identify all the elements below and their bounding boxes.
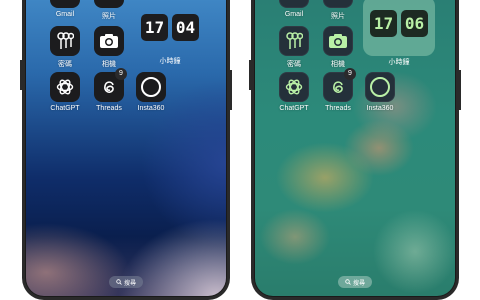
clock-hour: 17 — [370, 10, 397, 37]
app-label: Gmail — [284, 11, 304, 18]
clock-minute: 04 — [172, 14, 199, 41]
search-pill[interactable]: 搜尋 — [109, 276, 143, 288]
app-photos[interactable]: 照片 — [318, 0, 358, 21]
app-passwords[interactable]: 密碼 — [274, 26, 314, 69]
app-label: Threads — [325, 105, 351, 112]
app-chatgpt[interactable]: ChatGPT — [274, 72, 314, 112]
search-label: 搜尋 — [352, 280, 365, 287]
search-pill[interactable]: 搜尋 — [338, 276, 372, 288]
app-label: 照片 — [331, 13, 345, 20]
phone-right: Gmail 照片 密碼 相機 17 06 小時鐘 ChatGPT 9 Threa… — [249, 0, 461, 300]
app-passwords[interactable]: 密碼 — [45, 26, 85, 69]
insta360-icon — [365, 72, 395, 102]
home-screen: Gmail 照片 密碼 相機 17 06 小時鐘 ChatGPT 9 Threa… — [255, 0, 455, 296]
app-label: 密碼 — [58, 61, 72, 68]
photos-icon — [94, 0, 124, 8]
app-label: ChatGPT — [50, 105, 80, 112]
app-threads[interactable]: 9 Threads — [89, 68, 129, 112]
notification-badge: 9 — [344, 68, 356, 80]
app-label: 密碼 — [287, 61, 301, 68]
home-screen: Gmail 照片 密碼 相機 17 04 小時鐘 ChatGPT 9 Threa… — [26, 0, 226, 296]
app-photos[interactable]: 照片 — [89, 0, 129, 21]
power-button — [230, 70, 232, 110]
search-icon — [345, 279, 351, 285]
clock-hour: 17 — [141, 14, 168, 41]
app-gmail[interactable]: Gmail — [274, 0, 314, 18]
app-label: Insta360 — [137, 105, 165, 112]
app-chatgpt[interactable]: ChatGPT — [45, 72, 85, 112]
app-insta360[interactable]: Insta360 — [360, 72, 400, 112]
app-camera[interactable]: 相機 — [318, 26, 358, 69]
app-label: 照片 — [102, 13, 116, 20]
app-threads[interactable]: 9 Threads — [318, 68, 358, 112]
passwords-icon — [50, 26, 80, 56]
app-label: ChatGPT — [279, 105, 309, 112]
power-button — [459, 70, 461, 110]
chatgpt-icon — [279, 72, 309, 102]
app-label: Insta360 — [366, 105, 394, 112]
app-camera[interactable]: 相機 — [89, 26, 129, 69]
camera-icon — [94, 26, 124, 56]
insta360-icon — [136, 72, 166, 102]
phone-left: Gmail 照片 密碼 相機 17 04 小時鐘 ChatGPT 9 Threa… — [20, 0, 232, 300]
clock-widget[interactable]: 17 06 小時鐘 — [363, 0, 435, 66]
search-icon — [116, 279, 122, 285]
gmail-icon — [50, 0, 80, 8]
camera-icon — [323, 26, 353, 56]
chatgpt-icon — [50, 72, 80, 102]
passwords-icon — [279, 26, 309, 56]
gmail-icon — [279, 0, 309, 8]
widget-label: 小時鐘 — [388, 59, 410, 66]
app-insta360[interactable]: Insta360 — [131, 72, 171, 112]
clock-widget[interactable]: 17 04 小時鐘 — [134, 6, 206, 65]
photos-icon — [323, 0, 353, 8]
app-label: Threads — [96, 105, 122, 112]
app-label: Gmail — [55, 11, 75, 18]
widget-label: 小時鐘 — [159, 58, 181, 65]
clock-minute: 06 — [401, 10, 428, 37]
search-label: 搜尋 — [123, 280, 136, 287]
notification-badge: 9 — [115, 68, 127, 80]
app-gmail[interactable]: Gmail — [45, 0, 85, 18]
